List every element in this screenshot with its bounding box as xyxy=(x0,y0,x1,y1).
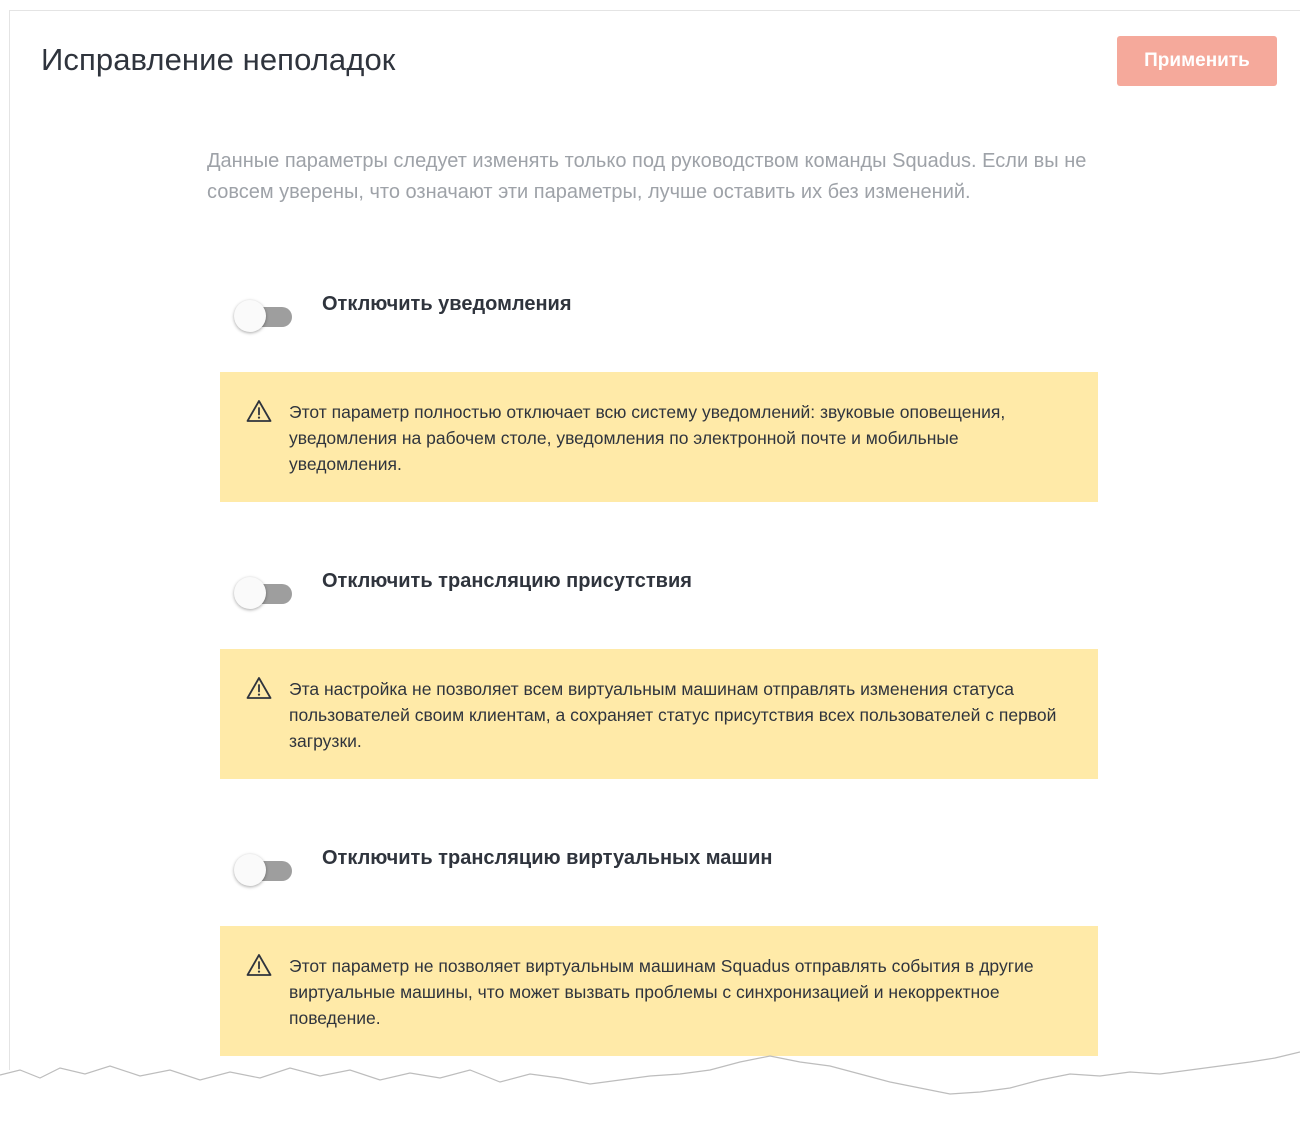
apply-button[interactable]: Применить xyxy=(1117,36,1277,86)
warning-triangle-icon xyxy=(246,677,272,699)
warning-triangle-icon xyxy=(246,954,272,976)
setting-label-disable-notifications: Отключить уведомления xyxy=(322,293,572,315)
toggle-disable-vm-broadcast[interactable] xyxy=(234,854,292,888)
intro-text: Данные параметры следует изменять только… xyxy=(207,150,1087,203)
warning-text: Эта настройка не позволяет всем виртуаль… xyxy=(289,679,1057,751)
toggle-knob xyxy=(234,577,266,609)
torn-edge-decoration xyxy=(0,1051,1300,1137)
warning-triangle-icon xyxy=(246,400,272,422)
warning-box-notifications: Этот параметр полностью отключает всю си… xyxy=(220,372,1098,502)
page-title: Исправление неполадок xyxy=(41,42,396,77)
toggle-knob xyxy=(234,854,266,886)
toggle-disable-presence-broadcast[interactable] xyxy=(234,577,292,611)
toggle-knob xyxy=(234,300,266,332)
warning-box-vm: Этот параметр не позволяет виртуальным м… xyxy=(220,926,1098,1056)
warning-text: Этот параметр не позволяет виртуальным м… xyxy=(289,956,1034,1028)
warning-box-presence: Эта настройка не позволяет всем виртуаль… xyxy=(220,649,1098,779)
setting-label-disable-presence-broadcast: Отключить трансляцию присутствия xyxy=(322,570,692,592)
toggle-disable-notifications[interactable] xyxy=(234,300,292,334)
setting-label-disable-vm-broadcast: Отключить трансляцию виртуальных машин xyxy=(322,847,773,869)
warning-text: Этот параметр полностью отключает всю си… xyxy=(289,402,1006,474)
